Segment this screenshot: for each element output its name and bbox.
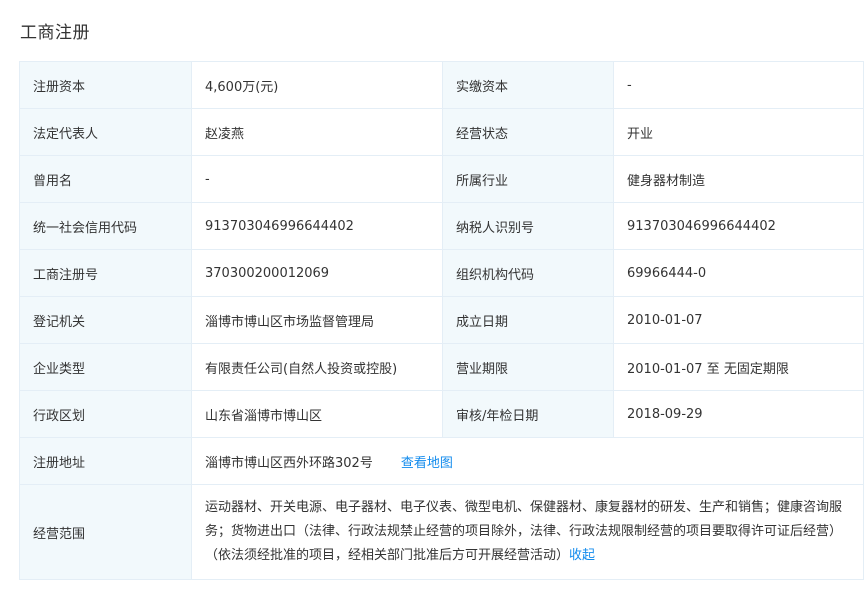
- business-registration-table: 注册资本 4,600万(元) 实缴资本 - 法定代表人 赵凌燕 经营状态 开业 …: [19, 61, 864, 580]
- business-scope-label: 经营范围: [19, 484, 192, 580]
- field-label: 工商注册号: [19, 249, 192, 297]
- table-row-business-scope: 经营范围 运动器材、开关电源、电子器材、电子仪表、微型电机、保健器材、康复器材的…: [19, 484, 864, 580]
- field-value: 淄博市博山区市场监督管理局: [191, 296, 443, 344]
- field-label: 登记机关: [19, 296, 192, 344]
- field-value: 2010-01-07: [613, 296, 864, 344]
- field-label: 行政区划: [19, 390, 192, 438]
- field-value: 有限责任公司(自然人投资或控股): [191, 343, 443, 391]
- table-row: 注册资本 4,600万(元) 实缴资本 -: [19, 61, 864, 109]
- field-value: 913703046996644402: [191, 202, 443, 250]
- field-value: 山东省淄博市博山区: [191, 390, 443, 438]
- field-label: 企业类型: [19, 343, 192, 391]
- field-label: 营业期限: [442, 343, 614, 391]
- address-cell: 淄博市博山区西外环路302号 查看地图: [191, 437, 864, 485]
- business-scope-cell: 运动器材、开关电源、电子器材、电子仪表、微型电机、保健器材、康复器材的研发、生产…: [191, 484, 864, 580]
- field-value: -: [191, 155, 443, 203]
- field-value: 69966444-0: [613, 249, 864, 297]
- field-label: 纳税人识别号: [442, 202, 614, 250]
- field-value: 370300200012069: [191, 249, 443, 297]
- table-row: 登记机关 淄博市博山区市场监督管理局 成立日期 2010-01-07: [19, 296, 864, 344]
- table-row: 统一社会信用代码 913703046996644402 纳税人识别号 91370…: [19, 202, 864, 250]
- field-value: 2018-09-29: [613, 390, 864, 438]
- field-value: 2010-01-07 至 无固定期限: [613, 343, 864, 391]
- field-value: -: [613, 61, 864, 109]
- field-label: 法定代表人: [19, 108, 192, 156]
- view-map-link[interactable]: 查看地图: [401, 456, 453, 471]
- table-row: 行政区划 山东省淄博市博山区 审核/年检日期 2018-09-29: [19, 390, 864, 438]
- business-scope-value: 运动器材、开关电源、电子器材、电子仪表、微型电机、保健器材、康复器材的研发、生产…: [205, 500, 843, 563]
- field-value: 913703046996644402: [613, 202, 864, 250]
- field-label: 所属行业: [442, 155, 614, 203]
- field-label: 统一社会信用代码: [19, 202, 192, 250]
- section-title: 工商注册: [20, 23, 90, 43]
- table-row-address: 注册地址 淄博市博山区西外环路302号 查看地图: [19, 437, 864, 485]
- address-value: 淄博市博山区西外环路302号: [205, 455, 373, 471]
- field-value: 4,600万(元): [191, 61, 443, 109]
- field-label: 注册资本: [19, 61, 192, 109]
- field-label: 经营状态: [442, 108, 614, 156]
- collapse-link[interactable]: 收起: [569, 548, 595, 563]
- field-value: 赵凌燕: [191, 108, 443, 156]
- field-label: 成立日期: [442, 296, 614, 344]
- address-label: 注册地址: [19, 437, 192, 485]
- table-row: 工商注册号 370300200012069 组织机构代码 69966444-0: [19, 249, 864, 297]
- field-value: 开业: [613, 108, 864, 156]
- field-value: 健身器材制造: [613, 155, 864, 203]
- table-row: 企业类型 有限责任公司(自然人投资或控股) 营业期限 2010-01-07 至 …: [19, 343, 864, 391]
- field-label: 实缴资本: [442, 61, 614, 109]
- table-row: 法定代表人 赵凌燕 经营状态 开业: [19, 108, 864, 156]
- table-row: 曾用名 - 所属行业 健身器材制造: [19, 155, 864, 203]
- field-label: 曾用名: [19, 155, 192, 203]
- field-label: 组织机构代码: [442, 249, 614, 297]
- field-label: 审核/年检日期: [442, 390, 614, 438]
